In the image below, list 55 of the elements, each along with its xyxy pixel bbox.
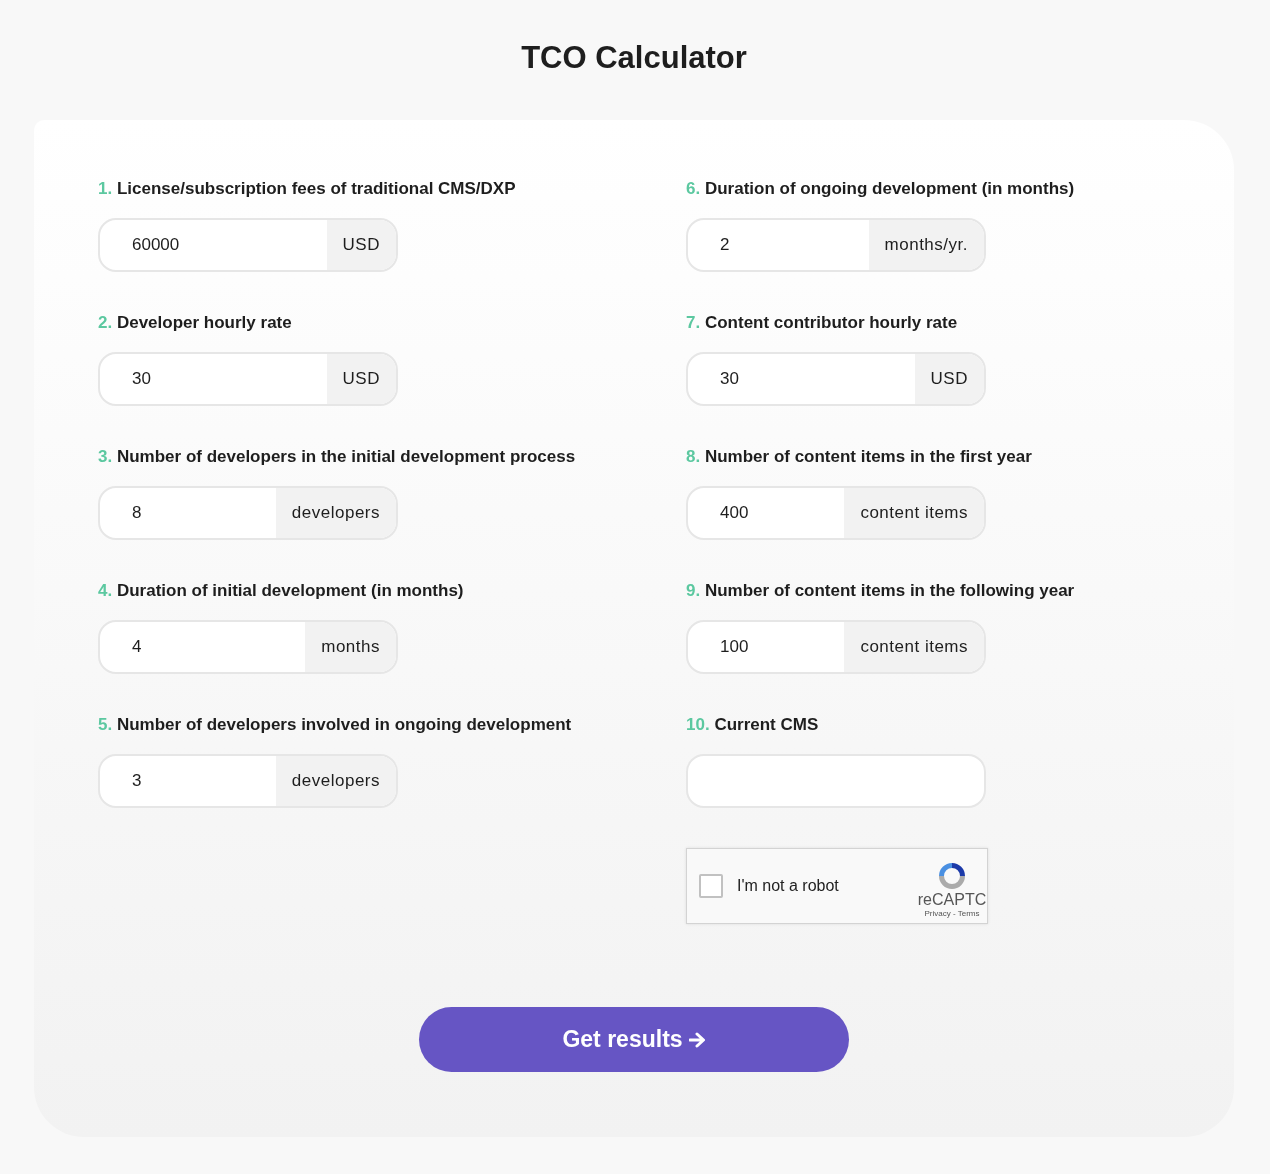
- input-field[interactable]: 4: [100, 622, 306, 672]
- captcha-brand: reCAPTC: [917, 890, 987, 909]
- field-number: 7.: [686, 313, 701, 332]
- recaptcha-logo-icon: [936, 860, 968, 891]
- field-label: Number of content items in the first year: [704, 447, 1032, 466]
- field-label: License/subscription fees of traditional CMS/DXP: [116, 179, 516, 198]
- unit-label: months: [305, 622, 396, 672]
- field-number: 8.: [686, 447, 701, 466]
- input-field[interactable]: 3: [100, 756, 276, 806]
- unit-label: USD: [326, 354, 396, 404]
- input-group[interactable]: 30 USD: [98, 352, 398, 406]
- arrow-right-icon: [688, 1031, 706, 1048]
- field-number: 5.: [98, 715, 113, 734]
- field-label: Number of content items in the following year: [704, 581, 1075, 600]
- unit-label: developers: [275, 488, 396, 538]
- unit-label: USD: [914, 354, 984, 404]
- field-label: Number of developers in the initial development process: [116, 447, 576, 466]
- input-group[interactable]: 400 content items: [686, 486, 986, 540]
- input-field[interactable]: 2: [688, 220, 869, 270]
- captcha-label: I'm not a robot: [737, 877, 840, 895]
- unit-label: content items: [844, 488, 984, 538]
- unit-label: USD: [326, 220, 396, 270]
- checkbox[interactable]: [699, 874, 723, 898]
- input-field[interactable]: 8: [100, 488, 276, 538]
- input-group[interactable]: 100 content items: [686, 620, 986, 674]
- input-field[interactable]: 30: [100, 354, 327, 404]
- page-title: TCO Calculator: [520, 39, 748, 77]
- input-group[interactable]: 60000 USD: [98, 218, 398, 272]
- input-group[interactable]: 4 months: [98, 620, 398, 674]
- field-number: 10.: [686, 715, 710, 734]
- unit-label: content items: [844, 622, 984, 672]
- input-field[interactable]: 60000: [100, 220, 327, 270]
- field-number: 4.: [98, 581, 113, 600]
- field-number: 6.: [686, 179, 701, 198]
- input-group[interactable]: 30 USD: [686, 352, 986, 406]
- privacy-terms-links[interactable]: Privacy - Terms: [924, 908, 980, 918]
- get-results-button[interactable]: Get results: [419, 1007, 849, 1072]
- field-label: Duration of ongoing development (in months): [704, 179, 1075, 198]
- field-label: Content contributor hourly rate: [704, 313, 958, 332]
- field-label: Developer hourly rate: [116, 313, 292, 332]
- input-group[interactable]: 8 developers: [98, 486, 398, 540]
- input-field[interactable]: 400: [688, 488, 845, 538]
- field-number: 3.: [98, 447, 113, 466]
- input-group[interactable]: 3 developers: [98, 754, 398, 808]
- input-group[interactable]: 2 months/yr.: [686, 218, 986, 272]
- input-field[interactable]: 100: [688, 622, 845, 672]
- field-label: Number of developers involved in ongoing development: [116, 715, 572, 734]
- unit-label: months/yr.: [868, 220, 984, 270]
- input-field[interactable]: 30: [688, 354, 915, 404]
- unit-label: developers: [275, 756, 396, 806]
- field-number: 9.: [686, 581, 701, 600]
- field-label: Current CMS: [714, 715, 819, 734]
- field-number: 2.: [98, 313, 113, 332]
- field-label: Duration of initial development (in months): [116, 581, 464, 600]
- field-number: 1.: [98, 179, 113, 198]
